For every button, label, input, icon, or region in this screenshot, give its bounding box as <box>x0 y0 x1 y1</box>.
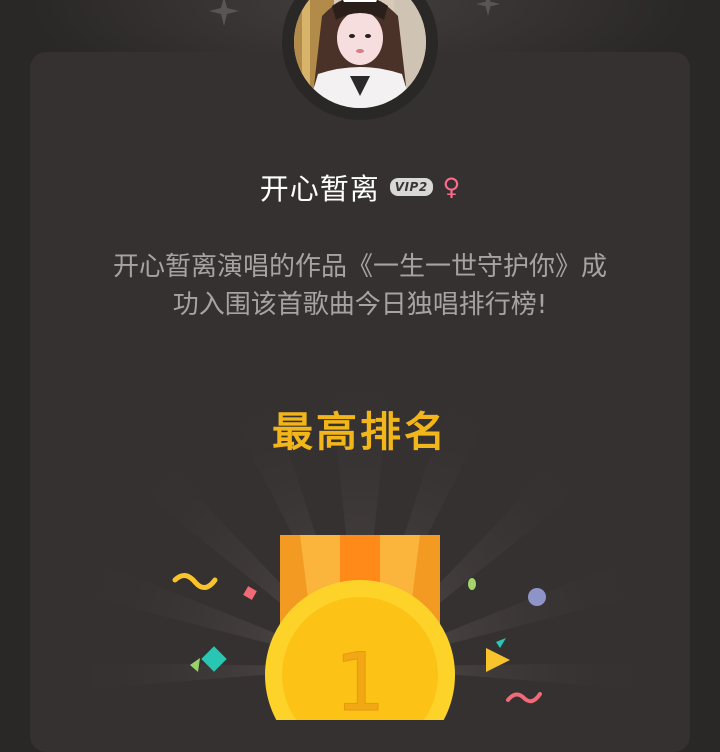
user-info-row: 开心暂离 VIP2 ♀ <box>0 166 720 208</box>
announcement-text: 开心暂离演唱的作品《一生一世守护你》成 功入围该首歌曲今日独唱排行榜! <box>40 248 680 324</box>
confetti-squiggle <box>506 692 542 704</box>
confetti-piece <box>190 658 200 672</box>
confetti-piece <box>201 646 227 672</box>
sparkle-icon <box>476 0 500 16</box>
confetti-piece <box>486 648 510 672</box>
sparkle-icon <box>209 0 239 26</box>
best-rank-title: 最高排名 <box>272 408 448 456</box>
announcement-line: 开心暂离演唱的作品《一生一世守护你》成 <box>112 252 607 282</box>
female-icon: ♀ <box>442 173 461 201</box>
confetti-squiggle <box>172 573 218 590</box>
rank-number: 1 <box>335 636 386 720</box>
announcement-line: 功入围该首歌曲今日独唱排行榜! <box>172 290 548 320</box>
confetti-piece <box>496 638 506 648</box>
confetti-piece <box>468 578 476 590</box>
confetti-piece <box>243 586 257 600</box>
vip-badge: VIP2 <box>389 178 433 196</box>
medal-graphic: 1 <box>172 535 546 720</box>
user-name[interactable]: 开心暂离 <box>260 166 380 208</box>
confetti-piece <box>528 588 546 606</box>
